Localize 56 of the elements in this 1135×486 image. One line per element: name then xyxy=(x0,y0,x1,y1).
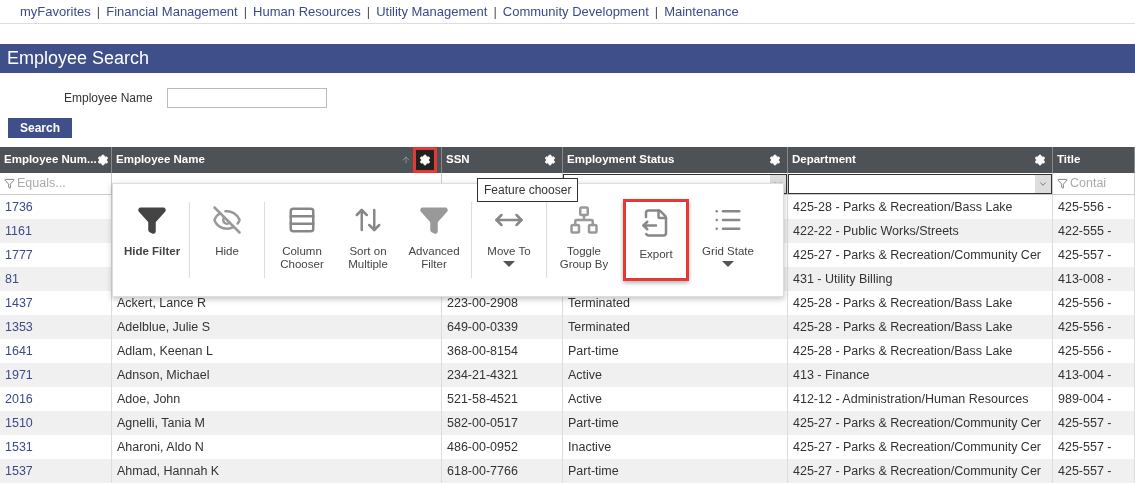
table-cell-text: 425-556 - xyxy=(1058,198,1112,216)
table-cell-text: 422-555 - xyxy=(1058,222,1112,240)
table-cell-text: 413 - Finance xyxy=(793,366,870,384)
table-cell-text: 649-00-0339 xyxy=(447,318,518,336)
tooltip: Feature chooser xyxy=(477,178,579,202)
table-cell-text: Adlam, Keenan L xyxy=(117,342,213,360)
table-cell-text: Adnson, Michael xyxy=(117,366,210,384)
table-cell-text: 425-27 - Parks & Recreation/Community Cer xyxy=(793,462,1041,480)
table-cell-text: 425-27 - Parks & Recreation/Community Cer xyxy=(793,438,1041,456)
page-title: Employee Search xyxy=(7,47,150,70)
table-cell-text: Part-time xyxy=(568,414,619,432)
table-cell-text: Active xyxy=(568,390,603,408)
table-cell-text: 234-21-4321 xyxy=(447,366,518,384)
table-cell-text: 425-28 - Parks & Recreation/Bass Lake xyxy=(793,318,1013,336)
table-cell-text: Part-time xyxy=(568,342,619,360)
table-cell-text: 486-00-0952 xyxy=(447,438,518,456)
table-cell-text: 425-27 - Parks & Recreation/Community Cer xyxy=(793,246,1041,264)
table-cell-text: 425-556 - xyxy=(1058,318,1112,336)
table-cell-text: 521-58-4521 xyxy=(447,390,518,408)
table-cell-text: 425-557 - xyxy=(1058,246,1112,264)
table-cell-text: Terminated xyxy=(568,294,630,312)
table-cell-text: Agnelli, Tania M xyxy=(117,414,205,432)
table-cell-text: Adoe, John xyxy=(117,390,181,408)
table-cell-text: 422-22 - Public Works/Streets xyxy=(793,222,959,240)
table-cell-text: 425-28 - Parks & Recreation/Bass Lake xyxy=(793,342,1013,360)
nav-separator: | xyxy=(493,2,497,21)
nav-separator: | xyxy=(654,2,659,21)
table-cell-text: 413-008 - xyxy=(1058,270,1112,288)
table-cell-text: Adelblue, Julie S xyxy=(117,318,211,336)
nav-separator: | xyxy=(96,2,101,21)
table-cell-text: Aharoni, Aldo N xyxy=(117,438,204,456)
table-cell-text: 618-00-7766 xyxy=(447,462,518,480)
table-cell-text: Part-time xyxy=(568,462,619,480)
nav-separator: | xyxy=(366,2,371,21)
table-cell-text: 431 - Utility Billing xyxy=(793,270,893,288)
table-cell-text: 425-27 - Parks & Recreation/Community Cer xyxy=(793,414,1041,432)
table-cell-text: 425-557 - xyxy=(1058,414,1112,432)
table-cell-text: 582-00-0517 xyxy=(447,414,518,432)
table-cell-text: 413-004 - xyxy=(1058,366,1112,384)
table-cell-text: 989-004 - xyxy=(1058,390,1112,408)
table-cell-text: 425-556 - xyxy=(1058,294,1112,312)
table-cell-text: 425-28 - Parks & Recreation/Bass Lake xyxy=(793,198,1013,216)
table-cell-text: 425-557 - xyxy=(1058,462,1112,480)
table-cell-text: 425-557 - xyxy=(1058,438,1112,456)
table-cell-text: 425-556 - xyxy=(1058,342,1112,360)
nav-separator: | xyxy=(243,2,248,21)
table-cell-text: 223-00-2908 xyxy=(447,294,518,312)
table-cell-text: Active xyxy=(568,366,603,384)
table-cell-text: 425-28 - Parks & Recreation/Bass Lake xyxy=(793,294,1013,312)
field-label: Employee Name xyxy=(64,90,153,107)
table-cell-text: Terminated xyxy=(568,318,630,336)
table-cell-text: 368-00-8154 xyxy=(447,342,518,360)
table-cell-text: Inactive xyxy=(568,438,612,456)
table-cell-text: Ahmad, Hannah K xyxy=(117,462,220,480)
table-cell-text: Ackert, Lance R xyxy=(117,294,206,312)
table-cell-text: 412-12 - Administration/Human Resources xyxy=(793,390,1029,408)
